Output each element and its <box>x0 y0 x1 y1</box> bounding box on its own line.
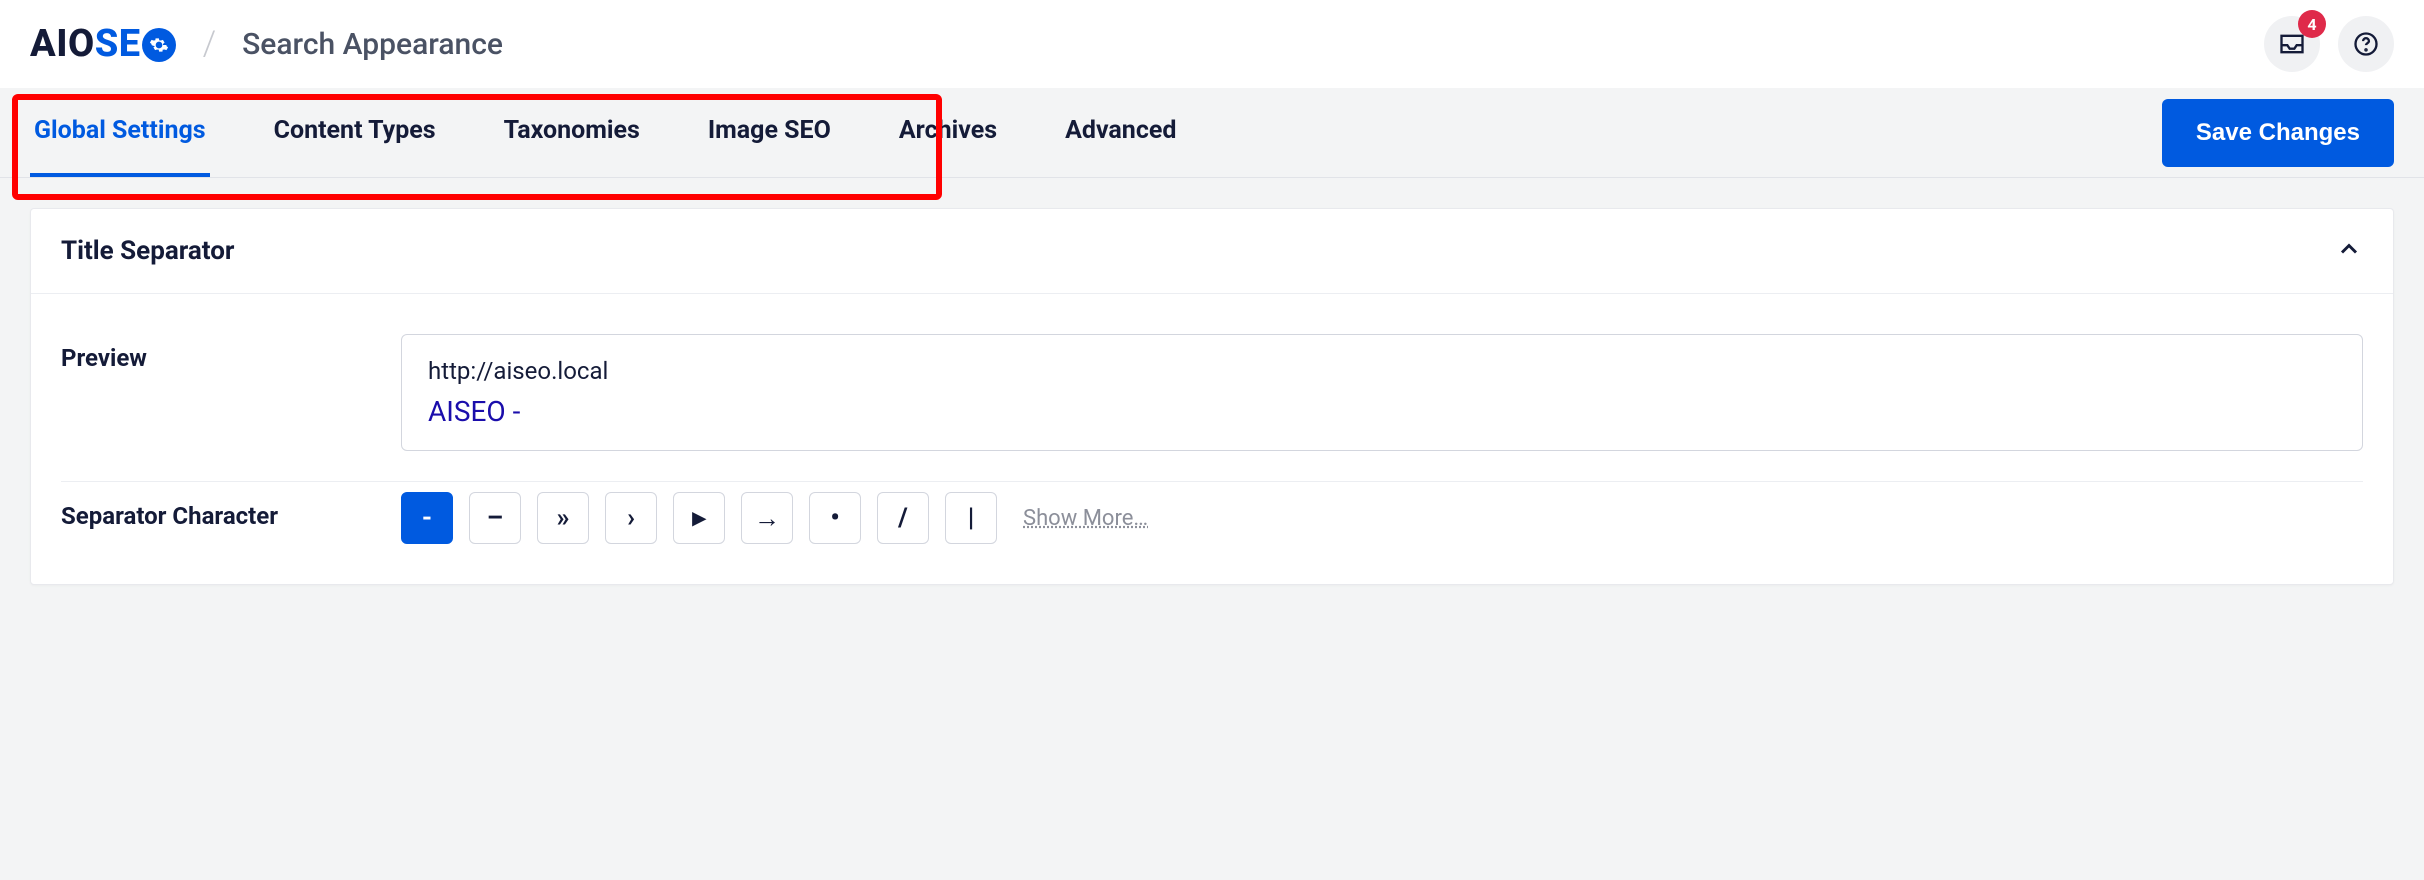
separator-option-slash[interactable]: / <box>877 492 929 544</box>
tab-content-types[interactable]: Content Types <box>270 88 440 177</box>
page-title: Search Appearance <box>242 27 503 62</box>
tab-advanced[interactable]: Advanced <box>1061 88 1180 177</box>
title-separator-card: Title Separator Preview http://aiseo.loc… <box>30 208 2394 585</box>
card-header: Title Separator <box>31 209 2393 294</box>
header-actions: 4 <box>2264 16 2394 72</box>
show-more-link[interactable]: Show More… <box>1023 506 1148 531</box>
separator-option-dash[interactable]: - <box>401 492 453 544</box>
preview-label: Preview <box>61 334 401 372</box>
separator-option-pipe[interactable]: | <box>945 492 997 544</box>
tab-taxonomies[interactable]: Taxonomies <box>500 88 644 177</box>
logo-text-aio: AIO <box>30 22 95 66</box>
collapse-toggle[interactable] <box>2335 235 2363 267</box>
tab-image-seo[interactable]: Image SEO <box>704 88 835 177</box>
preview-url: http://aiseo.local <box>428 357 2336 385</box>
separator-list: - – » › ▸ → • / | Show More… <box>401 492 2363 544</box>
help-button[interactable] <box>2338 16 2394 72</box>
tab-global-settings[interactable]: Global Settings <box>30 88 210 177</box>
logo-text-se: SE <box>95 22 141 66</box>
gear-icon <box>142 28 176 62</box>
breadcrumb-separator: / <box>203 24 217 64</box>
notification-badge: 4 <box>2298 10 2326 38</box>
app-header: AIOSE / Search Appearance 4 <box>0 0 2424 88</box>
tab-archives[interactable]: Archives <box>895 88 1001 177</box>
separator-option-raquo[interactable]: » <box>537 492 589 544</box>
chevron-up-icon <box>2335 235 2363 263</box>
tabs-row: Global Settings Content Types Taxonomies… <box>0 88 2424 178</box>
card-title: Title Separator <box>61 236 234 266</box>
separator-label: Separator Character <box>61 492 401 530</box>
save-changes-button[interactable]: Save Changes <box>2162 99 2394 167</box>
separator-option-bullet[interactable]: • <box>809 492 861 544</box>
separator-content: - – » › ▸ → • / | Show More… <box>401 492 2363 544</box>
preview-content: http://aiseo.local AISEO - <box>401 334 2363 451</box>
preview-box: http://aiseo.local AISEO - <box>401 334 2363 451</box>
tabs: Global Settings Content Types Taxonomies… <box>30 88 1180 177</box>
card-body: Preview http://aiseo.local AISEO - Separ… <box>31 294 2393 584</box>
preview-row: Preview http://aiseo.local AISEO - <box>61 324 2363 482</box>
separator-option-arrow[interactable]: → <box>741 492 793 544</box>
logo: AIOSE <box>30 22 177 66</box>
separator-option-rsaquo[interactable]: › <box>605 492 657 544</box>
separator-option-endash[interactable]: – <box>469 492 521 544</box>
preview-title: AISEO - <box>428 395 2336 428</box>
separator-option-triangle[interactable]: ▸ <box>673 492 725 544</box>
help-icon <box>2352 30 2380 58</box>
separator-row: Separator Character - – » › ▸ → • / | Sh… <box>61 482 2363 554</box>
notifications-button[interactable]: 4 <box>2264 16 2320 72</box>
